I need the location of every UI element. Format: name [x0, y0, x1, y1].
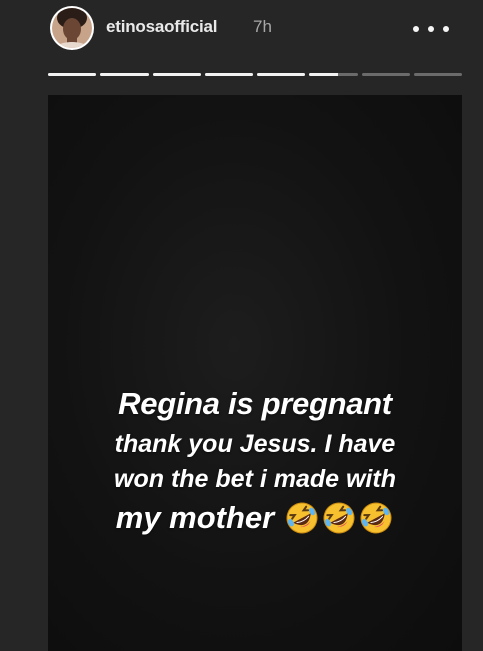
- story-header: etinosaofficial 7h: [0, 0, 483, 64]
- more-dot-icon: [428, 26, 434, 32]
- caption-line-1: Regina is pregnant: [118, 386, 392, 421]
- story-segment: [257, 73, 306, 76]
- username[interactable]: etinosaofficial: [106, 17, 218, 37]
- more-options-button[interactable]: [413, 20, 449, 38]
- story-segment-fill: [309, 73, 339, 76]
- caption-line-4: my mother: [48, 500, 462, 536]
- avatar[interactable]: [50, 6, 94, 50]
- story-segment: [100, 73, 149, 76]
- rolling-on-floor-laughing-icon: [321, 500, 357, 536]
- story-segment: [361, 73, 410, 76]
- story-segment-fill: [204, 73, 253, 76]
- emoji-group: [284, 500, 394, 536]
- story-content[interactable]: [48, 95, 462, 651]
- more-dot-icon: [413, 26, 419, 32]
- profile-photo: [52, 8, 92, 48]
- story-segment-fill: [152, 73, 201, 76]
- story-segment-fill: [48, 73, 97, 76]
- caption-line-3: won the bet i made with: [114, 465, 396, 493]
- caption-line-4-text: my mother: [115, 500, 275, 535]
- story-viewer: etinosaofficial 7h Regina is pregnant th…: [0, 0, 483, 651]
- story-segment: [309, 73, 358, 76]
- rolling-on-floor-laughing-icon: [284, 500, 320, 536]
- story-segment: [152, 73, 201, 76]
- timestamp: 7h: [253, 17, 272, 36]
- story-segment: [413, 73, 462, 76]
- story-segment-fill: [100, 73, 149, 76]
- story-segment-fill: [257, 73, 306, 76]
- story-segment: [204, 73, 253, 76]
- story-progress-bar: [48, 73, 462, 76]
- caption-line-2: thank you Jesus. I have: [114, 430, 396, 458]
- more-dot-icon: [443, 26, 449, 32]
- rolling-on-floor-laughing-icon: [358, 500, 394, 536]
- story-segment: [48, 73, 97, 76]
